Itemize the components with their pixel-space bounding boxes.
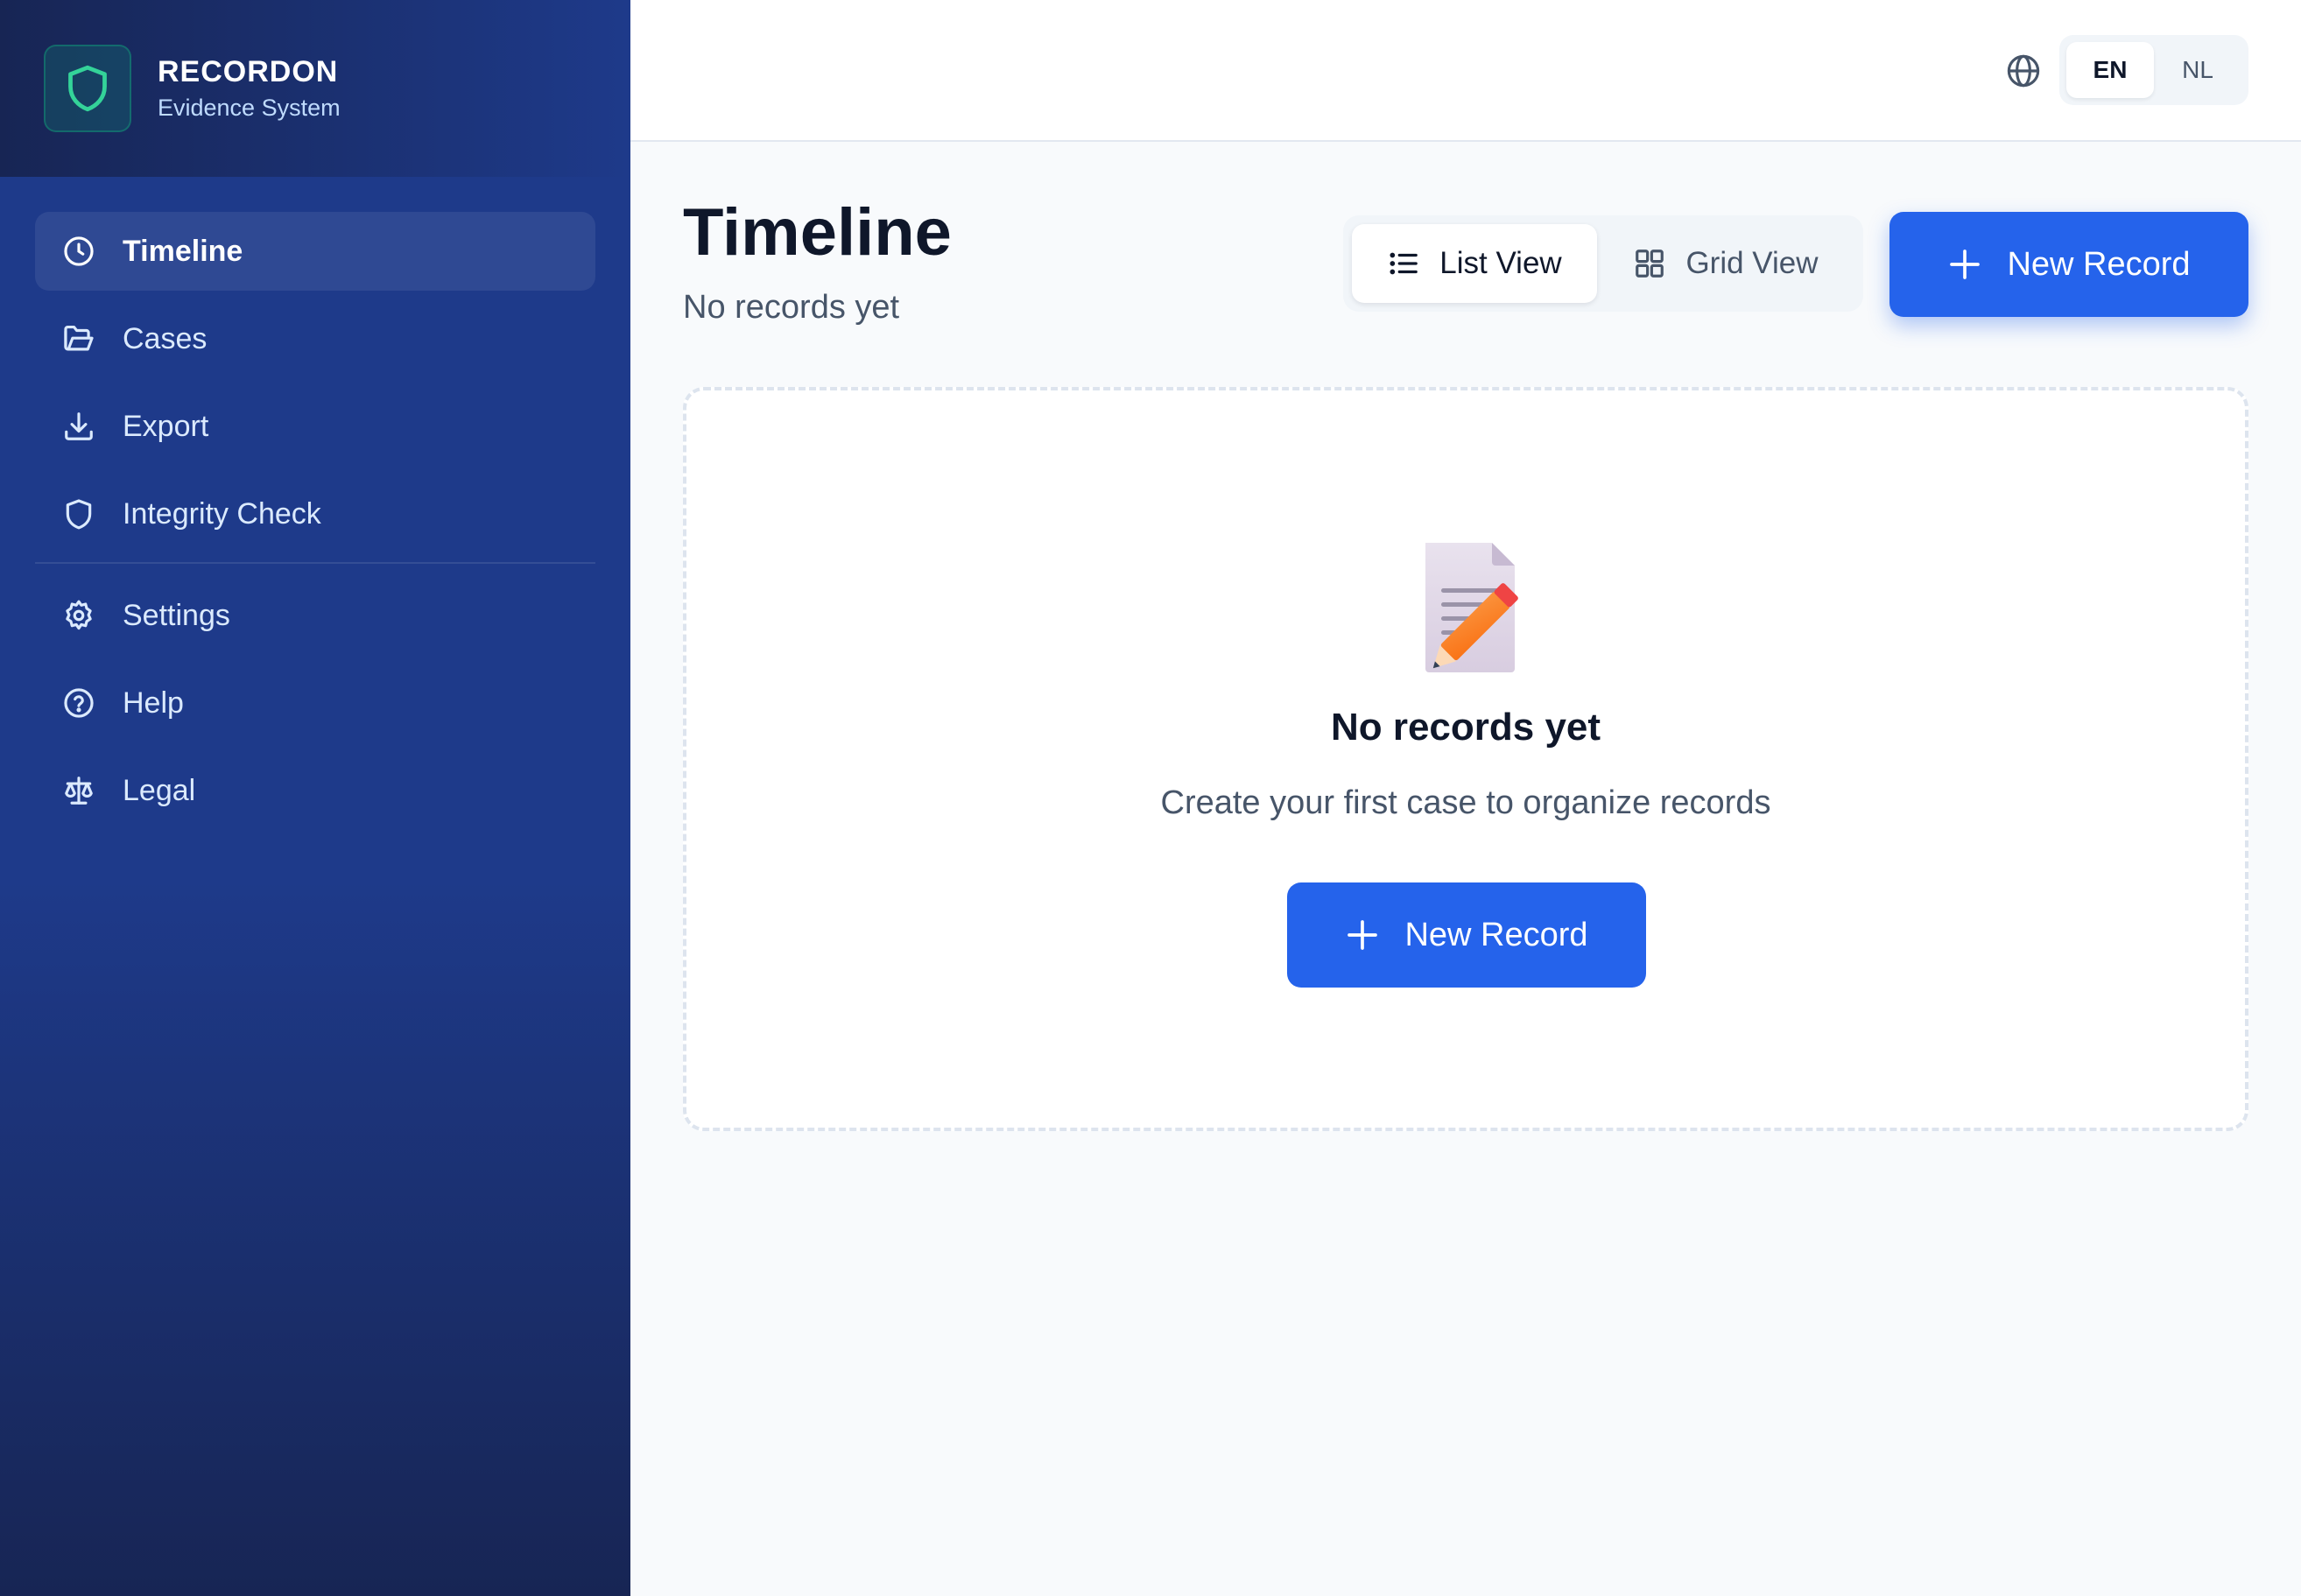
grid-view-button[interactable]: Grid View [1597, 224, 1854, 303]
list-view-button[interactable]: List View [1352, 224, 1597, 303]
shield-icon [61, 496, 96, 531]
grid-icon [1636, 250, 1664, 278]
language-option-en[interactable]: EN [2066, 42, 2154, 98]
sidebar-nav: Timeline Cases Export Integrity Check Se… [0, 177, 630, 830]
memo-icon [1425, 543, 1518, 672]
sidebar-item-label: Help [123, 686, 184, 720]
sidebar-item-label: Settings [123, 598, 230, 632]
brand-header: RECORDON Evidence System [0, 0, 630, 177]
new-record-label: New Record [1404, 916, 1588, 953]
download-icon [61, 409, 96, 444]
language-toggle: EN NL [2059, 35, 2248, 105]
sidebar-item-legal[interactable]: Legal [35, 751, 595, 830]
sidebar-item-label: Timeline [123, 234, 243, 268]
help-circle-icon [61, 686, 96, 721]
new-record-label: New Record [2007, 245, 2191, 283]
plus-icon [1348, 920, 1378, 950]
gear-icon [61, 598, 96, 633]
scale-icon [61, 773, 96, 808]
grid-view-label: Grid View [1685, 246, 1819, 280]
empty-state-title: No records yet [1330, 706, 1601, 749]
clock-icon [61, 234, 96, 269]
app-name: RECORDON [158, 55, 339, 88]
sidebar-item-export[interactable]: Export [35, 387, 595, 466]
sidebar-item-label: Integrity Check [123, 496, 321, 531]
sidebar-divider [35, 562, 595, 564]
sidebar-item-help[interactable]: Help [35, 664, 595, 742]
sidebar-item-label: Legal [123, 773, 196, 807]
empty-state-message: Create your first case to organize recor… [1160, 784, 1771, 821]
top-bar: EN NL [630, 0, 2301, 142]
folder-icon [61, 321, 96, 356]
plus-icon [1950, 250, 1981, 279]
empty-state-new-record-button[interactable]: New Record [1287, 882, 1646, 988]
app-subtitle: Evidence System [158, 95, 341, 121]
sidebar: RECORDON Evidence System Timeline Cases … [0, 0, 630, 1596]
language-option-nl[interactable]: NL [2154, 42, 2241, 98]
sidebar-item-settings[interactable]: Settings [35, 576, 595, 655]
sidebar-item-timeline[interactable]: Timeline [35, 212, 595, 291]
page-title: Timeline [683, 195, 952, 270]
globe-icon [2005, 53, 2042, 89]
brand-logo [44, 45, 131, 132]
list-view-label: List View [1439, 246, 1562, 280]
sidebar-item-integrity-check[interactable]: Integrity Check [35, 475, 595, 553]
sidebar-item-label: Export [123, 409, 209, 443]
shield-logo-icon [68, 65, 107, 112]
sidebar-item-label: Cases [123, 321, 208, 355]
list-icon [1390, 252, 1418, 275]
new-record-button[interactable]: New Record [1889, 212, 2248, 317]
view-toggle: List View Grid View [1343, 215, 1863, 312]
page-subtitle: No records yet [683, 289, 900, 326]
sidebar-item-cases[interactable]: Cases [35, 299, 595, 378]
empty-state-card: No records yet Create your first case to… [683, 387, 2248, 1131]
